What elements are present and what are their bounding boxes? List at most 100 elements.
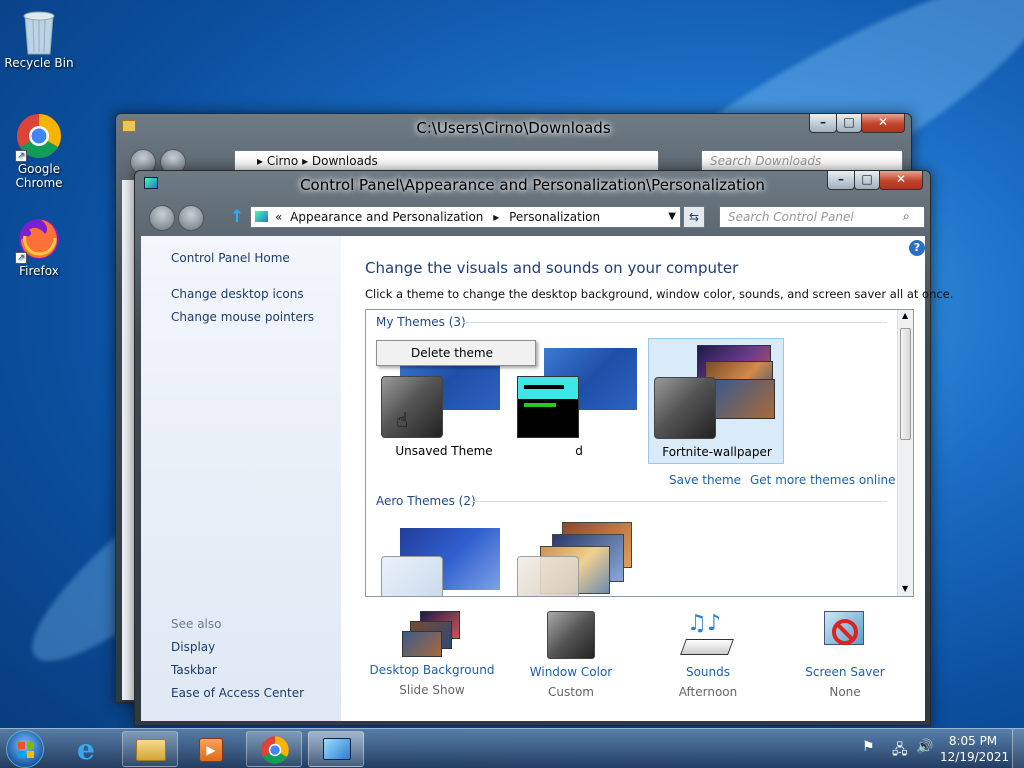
screen-saver-icon bbox=[820, 611, 870, 659]
taskbar-media-player[interactable]: ▶ bbox=[182, 731, 238, 767]
ease-of-access-link[interactable]: Ease of Access Center bbox=[171, 686, 304, 700]
content-area: Control Panel Home Change desktop icons … bbox=[141, 236, 953, 721]
sounds-item[interactable]: ♫ ♪ Sounds Afternoon bbox=[648, 611, 768, 699]
breadcrumb-item[interactable]: Downloads bbox=[312, 154, 378, 168]
desktop-icon-recycle-bin[interactable]: Recycle Bin bbox=[1, 6, 77, 70]
see-also-label: See also bbox=[171, 617, 222, 631]
search-icon[interactable]: ⌕ bbox=[903, 209, 910, 224]
window-color-item[interactable]: Window Color Custom bbox=[511, 611, 631, 699]
section-divider bbox=[463, 322, 887, 323]
theme-aero-landscapes[interactable] bbox=[514, 520, 640, 596]
taskbar-control-panel[interactable] bbox=[308, 731, 364, 767]
desktop-background-item[interactable]: Desktop Background Slide Show bbox=[367, 611, 497, 697]
save-theme-link[interactable]: Save theme bbox=[669, 473, 741, 487]
hand-cursor-icon: ☝ bbox=[396, 408, 409, 432]
back-button[interactable] bbox=[149, 205, 175, 231]
control-panel-home-link[interactable]: Control Panel Home bbox=[171, 251, 290, 265]
forward-button[interactable] bbox=[178, 205, 204, 231]
delete-theme-menu-item[interactable]: Delete theme bbox=[411, 346, 493, 360]
scrollbar-thumb[interactable] bbox=[900, 328, 911, 440]
refresh-button[interactable]: ⇆ bbox=[683, 206, 705, 228]
theme-name: Fortnite-wallpaper bbox=[662, 445, 772, 459]
page-title: Change the visuals and sounds on your co… bbox=[365, 259, 739, 277]
maximize-button[interactable]: □ bbox=[854, 171, 880, 190]
internet-explorer-icon: e bbox=[77, 733, 95, 766]
breadcrumb-separator: ▸ bbox=[302, 154, 312, 168]
window-color-swatch bbox=[517, 376, 579, 438]
shortcut-arrow-icon: ↗ bbox=[15, 150, 27, 162]
window-title: C:\Users\Cirno\Downloads bbox=[416, 119, 611, 137]
action-center-flag-icon[interactable]: ⚑ bbox=[862, 739, 875, 755]
search-input[interactable]: Search Control Panel bbox=[719, 206, 925, 228]
change-desktop-icons-link[interactable]: Change desktop icons bbox=[171, 287, 304, 301]
display-link[interactable]: Display bbox=[171, 640, 215, 654]
windows-logo-icon bbox=[18, 742, 34, 758]
theme-fortnite-wallpaper[interactable]: Fortnite-wallpaper bbox=[648, 338, 784, 464]
window-color-swatch bbox=[517, 556, 579, 596]
show-desktop-button[interactable] bbox=[1012, 729, 1024, 768]
minimize-button[interactable]: – bbox=[809, 114, 837, 133]
address-bar[interactable]: « Appearance and Personalization ▸ Perso… bbox=[250, 206, 681, 228]
taskbar-explorer[interactable] bbox=[122, 731, 178, 767]
volume-icon[interactable]: 🔊 bbox=[916, 739, 933, 755]
desktop-icon-label: Recycle Bin bbox=[4, 56, 74, 70]
desktop-background-link[interactable]: Desktop Background bbox=[367, 663, 497, 677]
theme-aero-windows[interactable] bbox=[376, 520, 502, 596]
chrome-icon: ↗ bbox=[15, 112, 63, 162]
section-divider bbox=[471, 501, 887, 502]
screen-saver-value: None bbox=[829, 685, 861, 699]
breadcrumb-prefix[interactable]: « bbox=[275, 210, 282, 224]
window-color-link[interactable]: Window Color bbox=[511, 665, 631, 679]
control-panel-window[interactable]: Control Panel\Appearance and Personaliza… bbox=[134, 170, 953, 726]
breadcrumb-item[interactable]: Personalization bbox=[509, 210, 600, 224]
scroll-down-arrow[interactable]: ▼ bbox=[902, 584, 908, 593]
desktop-icon-label: Google Chrome bbox=[15, 162, 63, 190]
scroll-up-arrow[interactable]: ▲ bbox=[902, 311, 908, 320]
close-button[interactable]: ✕ bbox=[879, 171, 923, 190]
sounds-link[interactable]: Sounds bbox=[648, 665, 768, 679]
get-more-themes-link[interactable]: Get more themes online bbox=[750, 473, 896, 487]
theme-name: d bbox=[575, 444, 583, 458]
network-icon[interactable]: 🖧 bbox=[892, 739, 908, 763]
breadcrumb-separator: ▸ bbox=[257, 154, 267, 168]
recycle-bin-icon bbox=[15, 6, 63, 55]
folder-icon bbox=[136, 739, 166, 761]
address-bar[interactable]: ▸ Cirno ▸ Downloads bbox=[234, 150, 659, 172]
chrome-icon bbox=[261, 736, 289, 764]
screen-saver-link[interactable]: Screen Saver bbox=[785, 665, 905, 679]
minimize-button[interactable]: – bbox=[827, 171, 855, 190]
breadcrumb-item[interactable]: Appearance and Personalization bbox=[290, 210, 483, 224]
taskbar-chrome[interactable] bbox=[246, 731, 302, 767]
window-title: Control Panel\Appearance and Personaliza… bbox=[300, 176, 765, 194]
window-color-swatch bbox=[381, 376, 443, 438]
window-color-swatch bbox=[381, 556, 443, 596]
media-player-icon: ▶ bbox=[199, 738, 223, 762]
my-themes-label: My Themes (3) bbox=[376, 315, 466, 329]
clock-date: 12/19/2021 bbox=[940, 750, 1010, 764]
maximize-button[interactable]: □ bbox=[836, 114, 862, 133]
desktop-icon-label: Firefox bbox=[19, 264, 59, 278]
clock[interactable]: 8:05 PM 12/19/2021 bbox=[940, 733, 1010, 765]
search-input[interactable]: Search Downloads bbox=[701, 150, 903, 172]
desktop-background-icon bbox=[402, 611, 462, 657]
close-button[interactable]: ✕ bbox=[861, 114, 905, 133]
start-button[interactable] bbox=[6, 730, 44, 768]
help-icon[interactable]: ? bbox=[909, 240, 925, 256]
breadcrumb-item[interactable]: Cirno bbox=[267, 154, 298, 168]
desktop-icon-firefox[interactable]: ↗ Firefox bbox=[1, 214, 77, 278]
taskbar: e ▶ ⚑ 🖧 🔊 8:05 PM 12/19/2021 bbox=[0, 728, 1024, 768]
screen-saver-item[interactable]: Screen Saver None bbox=[785, 611, 905, 699]
window-color-value: Custom bbox=[548, 685, 594, 699]
taskbar-link[interactable]: Taskbar bbox=[171, 663, 217, 677]
sounds-value: Afternoon bbox=[678, 685, 738, 699]
theme-list[interactable]: ▲ ▼ My Themes (3) Unsaved Theme ☝ d Fort… bbox=[365, 309, 914, 597]
theme-wallpaper-thumb bbox=[715, 379, 775, 419]
desktop-icon-chrome[interactable]: ↗ Google Chrome bbox=[1, 112, 77, 190]
taskbar-internet-explorer[interactable]: e bbox=[62, 731, 118, 767]
control-panel-icon bbox=[323, 738, 351, 760]
scrollbar[interactable]: ▲ ▼ bbox=[897, 310, 913, 596]
chevron-down-icon[interactable]: ▼ bbox=[668, 207, 676, 227]
change-mouse-pointers-link[interactable]: Change mouse pointers bbox=[171, 310, 314, 324]
window-color-swatch bbox=[654, 377, 716, 439]
up-arrow-icon[interactable]: ↑ bbox=[230, 207, 244, 227]
